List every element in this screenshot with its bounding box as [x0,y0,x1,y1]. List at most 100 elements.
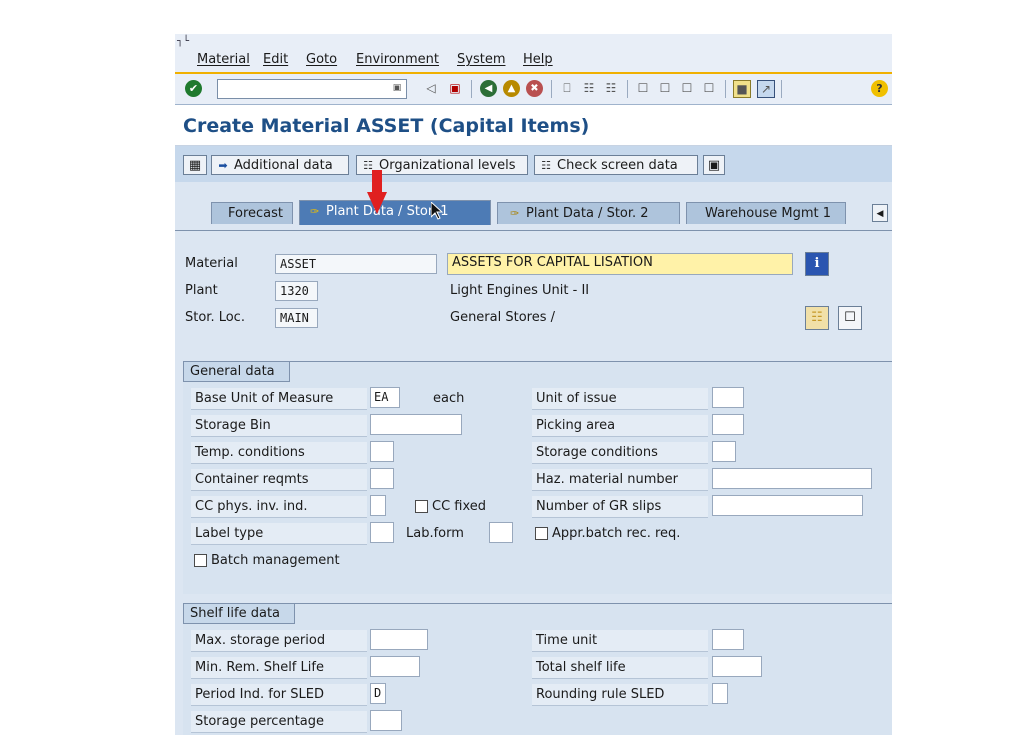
menu-system[interactable]: System [457,52,505,67]
status-icon: ✑ [310,205,320,218]
storage-percentage-field[interactable] [370,710,402,731]
batch-management-label: Batch management [211,553,340,568]
stor-loc-label: Stor. Loc. [185,310,245,325]
exit-icon[interactable]: ▲ [503,80,520,97]
plant-label: Plant [185,283,218,298]
tab-plant-data-stor-2[interactable]: ✑ Plant Data / Stor. 2 [497,202,680,224]
haz-material-label: Haz. material number [532,469,708,491]
container-reqmts-label: Container reqmts [191,469,367,491]
menu-goto[interactable]: Goto [306,52,337,67]
shortcut-icon[interactable]: ↗ [757,80,775,98]
storage-bin-field[interactable] [370,414,462,435]
material-description[interactable]: ASSETS FOR CAPITAL LISATION [447,253,793,275]
material-label: Material [185,256,238,271]
find-next-icon[interactable]: ☷ [603,80,619,96]
time-unit-field[interactable] [712,629,744,650]
additional-data-button[interactable]: ➡ Additional data [211,155,349,175]
min-rem-shelf-field[interactable] [370,656,420,677]
label-type-field[interactable] [370,522,394,543]
rounding-rule-field[interactable] [712,683,728,704]
container-reqmts-field[interactable] [370,468,394,489]
storage-conditions-label: Storage conditions [532,442,708,464]
total-shelf-label: Total shelf life [532,657,708,679]
gr-slips-field[interactable] [712,495,863,516]
back-triangle-icon[interactable]: ◁ [423,80,439,96]
menu-environment[interactable]: Environment [356,52,439,67]
storage-conditions-field[interactable] [712,441,736,462]
tab-plant-data-stor-2-label: Plant Data / Stor. 2 [526,206,649,221]
toolbar-separator [471,80,472,98]
appr-batch-checkbox[interactable] [535,527,548,540]
additional-data-label: Additional data [234,158,333,173]
page-title: Create Material ASSET (Capital Items) [183,115,590,137]
total-shelf-field[interactable] [712,656,762,677]
back-icon[interactable]: ◀ [480,80,497,97]
cc-phys-inv-field[interactable] [370,495,386,516]
enter-icon[interactable]: ✔ [185,80,202,97]
print-icon[interactable]: ⎕ [559,80,575,96]
material-field[interactable]: ASSET [275,254,437,274]
first-page-icon[interactable]: ☐ [635,80,651,96]
menu-help[interactable]: Help [523,52,553,67]
lab-form-label: Lab.form [406,526,464,541]
tab-scroll-left-icon[interactable]: ◀ [872,204,888,222]
min-rem-shelf-label: Min. Rem. Shelf Life [191,657,367,679]
select-views-icon: ▦ [188,158,202,173]
menu-bar: ┐└ Material Edit Goto Environment System… [175,34,892,74]
next-page-icon[interactable]: ☐ [679,80,695,96]
picking-area-label: Picking area [532,415,708,437]
check-screen-label: Check screen data [557,158,678,173]
gr-slips-label: Number of GR slips [532,496,708,518]
toolbar-separator [781,80,782,98]
last-page-icon[interactable]: ☐ [701,80,717,96]
cc-phys-inv-label: CC phys. inv. ind. [191,496,367,518]
info-icon[interactable]: i [805,252,829,276]
lab-form-field[interactable] [489,522,513,543]
base-uom-field[interactable]: EA [370,387,400,408]
tab-warehouse-mgmt-1[interactable]: Warehouse Mgmt 1 [686,202,846,224]
lock-button[interactable]: ▣ [703,155,725,175]
period-ind-label: Period Ind. for SLED [191,684,367,706]
cc-fixed-checkbox[interactable] [415,500,428,513]
stor-loc-field[interactable]: MAIN [275,308,318,328]
title-bar: Create Material ASSET (Capital Items) [175,105,892,146]
menu-material[interactable]: Material [197,52,250,67]
command-field[interactable] [217,79,407,99]
save-icon[interactable]: ▣ [447,80,463,96]
appr-batch-label: Appr.batch rec. req. [552,526,681,541]
plant-description: Light Engines Unit - II [450,283,590,298]
check-screen-button[interactable]: ☷ Check screen data [534,155,698,175]
toolbar-separator [551,80,552,98]
temp-conditions-field[interactable] [370,441,394,462]
period-ind-field[interactable]: D [370,683,386,704]
select-views-button[interactable]: ▦ [183,155,207,175]
time-unit-label: Time unit [532,630,708,652]
arrow-right-icon: ➡ [218,159,228,172]
create-session-icon[interactable]: ■ [733,80,751,98]
cancel-icon[interactable]: ✖ [526,80,543,97]
haz-material-field[interactable] [712,468,872,489]
plant-field[interactable]: 1320 [275,281,318,301]
tab-plant-data-stor-1[interactable]: ✑ Plant Data / Stor. 1 [299,200,491,225]
picking-area-field[interactable] [712,414,744,435]
general-data-title: General data [183,362,290,382]
max-storage-field[interactable] [370,629,428,650]
find-icon[interactable]: ☷ [581,80,597,96]
rounding-rule-label: Rounding rule SLED [532,684,708,706]
menu-edit[interactable]: Edit [263,52,288,67]
help-icon[interactable]: ? [871,80,888,97]
previous-page-icon[interactable]: ☐ [657,80,673,96]
org-levels-label: Organizational levels [379,158,516,173]
unit-of-issue-field[interactable] [712,387,744,408]
tab-forecast[interactable]: Forecast [211,202,293,224]
check-screen-icon: ☷ [541,159,551,172]
system-menu-icon[interactable]: ┐└ [177,36,189,47]
org-level-icon[interactable]: ☷ [805,306,829,330]
document-icon[interactable]: ☐ [838,306,862,330]
temp-conditions-label: Temp. conditions [191,442,367,464]
batch-management-checkbox[interactable] [194,554,207,567]
command-dropdown-icon[interactable]: ▣ [389,80,405,96]
mouse-cursor-icon [431,202,443,220]
max-storage-label: Max. storage period [191,630,367,652]
base-uom-text: each [433,391,465,406]
